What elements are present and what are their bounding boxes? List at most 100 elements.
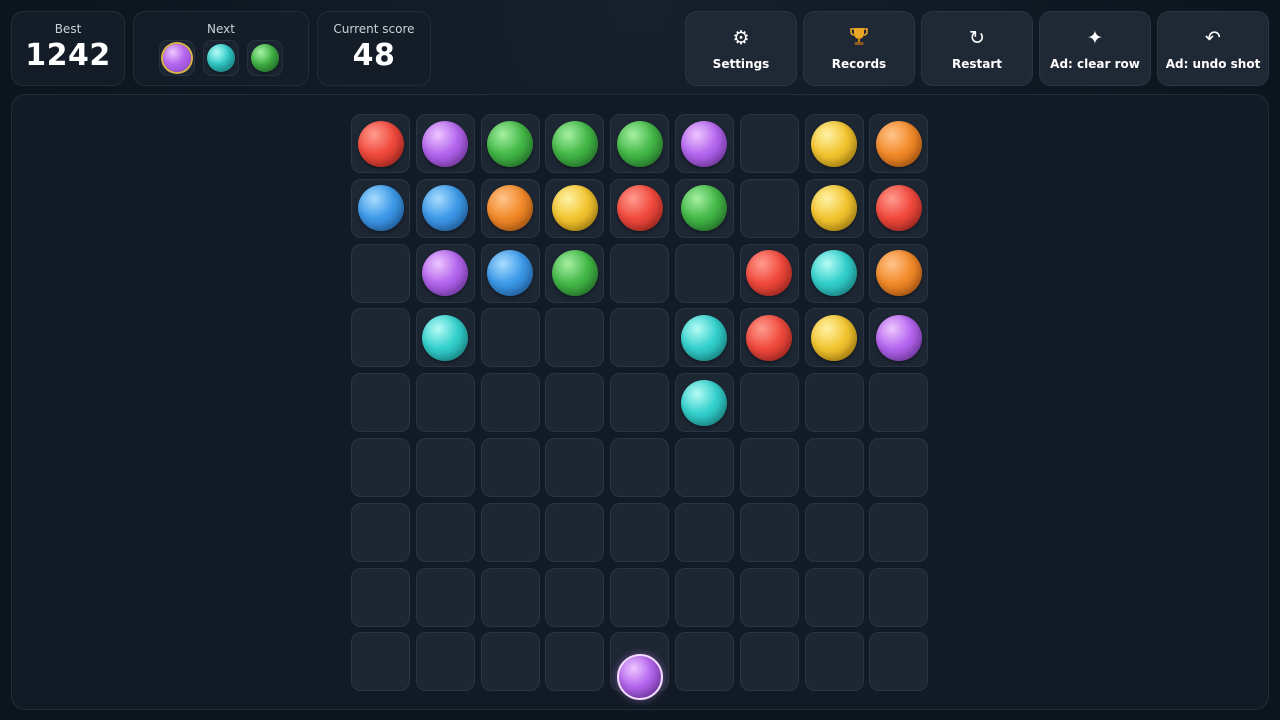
board-cell[interactable]: [610, 437, 670, 497]
ad-clear-row-button[interactable]: ✦ Ad: clear row: [1039, 11, 1151, 86]
board-cell[interactable]: [545, 178, 605, 238]
board-cell[interactable]: [804, 243, 864, 303]
board-cell[interactable]: [869, 178, 929, 238]
next-balls-row: [159, 40, 283, 76]
board-cell[interactable]: [739, 178, 799, 238]
board-cell[interactable]: [739, 114, 799, 173]
board-cell[interactable]: [804, 178, 864, 238]
board-cell[interactable]: [610, 243, 670, 303]
board-cell[interactable]: [351, 373, 410, 433]
board-cell[interactable]: [480, 178, 540, 238]
board-cell[interactable]: [415, 114, 475, 173]
board-cell[interactable]: [869, 632, 929, 692]
board-cell[interactable]: [739, 632, 799, 692]
board-cell[interactable]: [804, 502, 864, 562]
board-cell[interactable]: [739, 567, 799, 627]
board-cell[interactable]: [674, 437, 734, 497]
board-cell[interactable]: [545, 502, 605, 562]
board-cell[interactable]: [610, 567, 670, 627]
ball-yellow: [811, 185, 858, 232]
board-cell[interactable]: [480, 632, 540, 692]
board-cell[interactable]: [804, 114, 864, 173]
board-cell[interactable]: [545, 373, 605, 433]
board-cell[interactable]: [480, 502, 540, 562]
board-cell[interactable]: [804, 373, 864, 433]
records-button[interactable]: Records: [803, 11, 915, 86]
board-cell[interactable]: [415, 243, 475, 303]
board-cell[interactable]: [545, 308, 605, 368]
board-cell[interactable]: [674, 114, 734, 173]
board-cell[interactable]: [610, 502, 670, 562]
board-cell[interactable]: [351, 502, 410, 562]
board-cell[interactable]: [545, 243, 605, 303]
ad-undo-shot-button[interactable]: ↶ Ad: undo shot: [1157, 11, 1269, 86]
board-cell[interactable]: [610, 114, 670, 173]
board-cell[interactable]: [351, 178, 410, 238]
ball-red: [357, 120, 404, 167]
ball-green: [551, 120, 598, 167]
shooter-ball[interactable]: [617, 654, 663, 700]
board-cell[interactable]: [610, 178, 670, 238]
restart-icon: ↻: [969, 27, 985, 49]
board-cell[interactable]: [674, 178, 734, 238]
board-cell[interactable]: [480, 243, 540, 303]
board-cell[interactable]: [804, 437, 864, 497]
board-cell[interactable]: [869, 567, 929, 627]
board-cell[interactable]: [804, 308, 864, 368]
board-cell[interactable]: [674, 502, 734, 562]
board-cell[interactable]: [869, 373, 929, 433]
board-cell[interactable]: [804, 632, 864, 692]
board-cell[interactable]: [674, 373, 734, 433]
restart-button[interactable]: ↻ Restart: [921, 11, 1033, 86]
board-cell[interactable]: [545, 632, 605, 692]
board-cell[interactable]: [415, 502, 475, 562]
board-cell[interactable]: [351, 114, 410, 173]
board-cell[interactable]: [351, 308, 410, 368]
board-cell[interactable]: [869, 308, 929, 368]
board-cell[interactable]: [804, 567, 864, 627]
board-cell[interactable]: [480, 114, 540, 173]
board-cell[interactable]: [739, 243, 799, 303]
board-cell[interactable]: [739, 502, 799, 562]
ball-purple: [422, 250, 469, 297]
board-cell[interactable]: [674, 243, 734, 303]
board-cell[interactable]: [351, 437, 410, 497]
board-cell[interactable]: [674, 632, 734, 692]
board-cell[interactable]: [351, 243, 410, 303]
board-cell[interactable]: [545, 567, 605, 627]
board-cell[interactable]: [674, 567, 734, 627]
board-cell[interactable]: [739, 437, 799, 497]
ball-red: [746, 250, 793, 297]
board-cell[interactable]: [351, 632, 410, 692]
settings-button[interactable]: ⚙ Settings: [685, 11, 797, 86]
board-cell[interactable]: [739, 308, 799, 368]
ad-undo-shot-button-label: Ad: undo shot: [1165, 57, 1261, 71]
board-cell[interactable]: [610, 373, 670, 433]
ball-cyan: [681, 379, 728, 426]
board-cell[interactable]: [480, 308, 540, 368]
board-cell[interactable]: [351, 567, 410, 627]
board-cell[interactable]: [545, 114, 605, 173]
board-cell[interactable]: [415, 308, 475, 368]
board-cell[interactable]: [610, 308, 670, 368]
next-ball-green: [251, 44, 279, 72]
board-cell[interactable]: [415, 373, 475, 433]
board-cell[interactable]: [415, 437, 475, 497]
board-cell[interactable]: [869, 114, 929, 173]
board-cell[interactable]: [869, 437, 929, 497]
board-cell[interactable]: [869, 502, 929, 562]
board-cell[interactable]: [480, 437, 540, 497]
board-cell[interactable]: [415, 632, 475, 692]
board-cell[interactable]: [480, 373, 540, 433]
ball-green: [616, 120, 663, 167]
board-cell[interactable]: [739, 373, 799, 433]
board-cell[interactable]: [415, 178, 475, 238]
next-ball-slot: [159, 40, 195, 76]
ball-green: [487, 120, 534, 167]
board-cell[interactable]: [415, 567, 475, 627]
board-cell[interactable]: [545, 437, 605, 497]
next-balls-card: Next: [133, 11, 309, 86]
board-cell[interactable]: [480, 567, 540, 627]
board-cell[interactable]: [674, 308, 734, 368]
board-cell[interactable]: [869, 243, 929, 303]
